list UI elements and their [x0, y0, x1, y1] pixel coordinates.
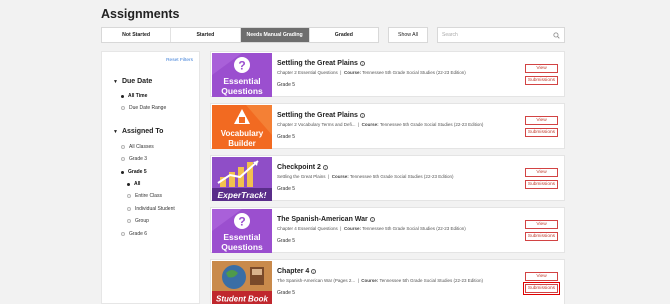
- option-label: All: [134, 181, 141, 187]
- assignment-subtitle: Chapter 2 Vocabulary Terms and Defi... |…: [277, 122, 484, 127]
- thumb-line1: Essential: [223, 76, 260, 86]
- option-label: Individual Student: [135, 206, 175, 212]
- thumb-line1: Essential: [223, 232, 260, 242]
- radio-selected-icon: [121, 170, 124, 174]
- submissions-button[interactable]: Submissions: [525, 128, 558, 137]
- thumb-line2: Questions: [221, 86, 263, 96]
- option-label: Group: [135, 218, 149, 224]
- assignment-title[interactable]: Checkpoint 2i: [277, 164, 328, 171]
- thumb-line1: ExperTrack!: [218, 190, 267, 200]
- thumb-line2: Questions: [221, 242, 263, 252]
- assignment-subtitle: The Spanish-American War (Pages 2... | C…: [277, 278, 484, 283]
- view-button[interactable]: View: [525, 272, 558, 281]
- student-book-thumbnail: Student Book: [212, 261, 272, 304]
- assignment-title[interactable]: Settling the Great Plains i: [277, 60, 365, 67]
- info-icon[interactable]: i: [311, 269, 317, 274]
- thumb-line1: Student Book: [216, 295, 269, 304]
- assignment-grade: Grade 5: [277, 134, 296, 140]
- view-button[interactable]: View: [525, 64, 558, 73]
- radio-icon: [121, 106, 125, 110]
- chevron-down-icon: ▼: [113, 128, 118, 135]
- show-all-button[interactable]: Show All: [388, 27, 428, 43]
- essential-questions-thumbnail: ? Essential Questions: [212, 209, 272, 253]
- option-entire-class[interactable]: Entire Class: [127, 193, 162, 199]
- info-icon[interactable]: i: [322, 165, 328, 170]
- assignment-title[interactable]: Chapter 4i: [277, 268, 317, 275]
- assigned-to-label: Assigned To: [121, 128, 164, 135]
- option-group[interactable]: Group: [127, 218, 149, 224]
- assignment-card: Student Book Chapter 4i The Spanish-Amer…: [210, 259, 565, 304]
- tab-needs-manual-grading[interactable]: Needs Manual Grading: [240, 28, 310, 42]
- option-label: All Time: [128, 93, 148, 99]
- due-date-heading[interactable]: ▼ Due Date: [113, 78, 152, 85]
- option-label: Due Date Range: [129, 105, 167, 111]
- search-input[interactable]: [442, 32, 553, 38]
- info-icon[interactable]: i: [359, 61, 365, 66]
- view-button[interactable]: View: [525, 168, 558, 177]
- option-grade-3[interactable]: Grade 3: [121, 156, 147, 162]
- filter-sidebar: Reset Filters ▼ Due Date All Time Due Da…: [101, 51, 200, 304]
- info-icon[interactable]: i: [359, 113, 365, 118]
- assignment-subtitle: Settling the Great Plains | Course: Tenn…: [277, 174, 454, 179]
- option-label: Grade 3: [129, 156, 148, 162]
- status-tabs: Not Started Started Needs Manual Grading…: [101, 27, 379, 43]
- radio-icon: [121, 232, 125, 236]
- due-date-label: Due Date: [121, 78, 153, 85]
- radio-icon: [121, 145, 125, 149]
- essential-questions-thumbnail: ? Essential Questions: [212, 53, 272, 97]
- submissions-button[interactable]: Submissions: [523, 282, 560, 295]
- option-all-classes[interactable]: All Classes: [121, 144, 154, 150]
- assignment-grade: Grade 5: [277, 186, 296, 192]
- option-label: All Classes: [129, 144, 154, 150]
- option-grade-5[interactable]: Grade 5: [121, 169, 147, 175]
- submissions-button[interactable]: Submissions: [525, 180, 558, 189]
- option-label: Grade 5: [128, 169, 147, 175]
- submissions-button[interactable]: Submissions: [525, 76, 558, 85]
- thumb-line1: Vocabulary: [221, 129, 264, 138]
- option-grade-6[interactable]: Grade 6: [121, 231, 147, 237]
- tab-started[interactable]: Started: [171, 28, 241, 42]
- tab-not-started[interactable]: Not Started: [102, 28, 172, 42]
- assignment-title[interactable]: The Spanish-American War i: [277, 216, 375, 223]
- radio-icon: [127, 194, 131, 198]
- assignment-grade: Grade 5: [277, 238, 296, 244]
- expertrack-thumbnail: ExperTrack!: [212, 157, 272, 201]
- submissions-button[interactable]: Submissions: [525, 232, 558, 241]
- info-icon[interactable]: i: [369, 217, 375, 222]
- assignment-grade: Grade 5: [277, 82, 296, 88]
- assignment-grade: Grade 5: [277, 290, 296, 296]
- radio-icon: [121, 157, 125, 161]
- option-individual-student[interactable]: Individual Student: [127, 206, 175, 212]
- view-button[interactable]: View: [525, 220, 558, 229]
- radio-icon: [127, 207, 131, 211]
- radio-selected-icon: [127, 182, 130, 186]
- search-box: [437, 27, 565, 43]
- option-label: Grade 6: [129, 231, 148, 237]
- assignment-card: ? Essential Questions Settling the Great…: [210, 51, 565, 97]
- chevron-down-icon: ▼: [113, 78, 118, 85]
- assignment-subtitle: Chapter 4 Essential Questions | Course: …: [277, 226, 466, 231]
- radio-icon: [127, 219, 131, 223]
- vocabulary-builder-thumbnail: Vocabulary Builder: [212, 105, 272, 149]
- page-title: Assignments: [101, 7, 180, 21]
- assignment-card: ExperTrack! Checkpoint 2i Settling the G…: [210, 155, 565, 201]
- assignment-card: ? Essential Questions The Spanish-Americ…: [210, 207, 565, 253]
- option-all-time[interactable]: All Time: [121, 93, 147, 99]
- option-label: Entire Class: [135, 193, 162, 199]
- thumb-line2: Builder: [228, 139, 256, 148]
- assignment-title[interactable]: Settling the Great Plains i: [277, 112, 365, 119]
- assigned-to-heading[interactable]: ▼ Assigned To: [113, 128, 163, 135]
- option-due-date-range[interactable]: Due Date Range: [121, 105, 166, 111]
- reset-filters-link[interactable]: Reset Filters: [166, 58, 193, 63]
- assignment-card: Vocabulary Builder Settling the Great Pl…: [210, 103, 565, 149]
- svg-text:?: ?: [238, 215, 245, 229]
- option-all[interactable]: All: [127, 181, 140, 187]
- tab-graded[interactable]: Graded: [310, 28, 378, 42]
- radio-selected-icon: [121, 94, 124, 98]
- assignment-subtitle: Chapter 2 Essential Questions | Course: …: [277, 70, 466, 75]
- view-button[interactable]: View: [525, 116, 558, 125]
- svg-text:?: ?: [238, 59, 245, 73]
- search-icon[interactable]: [553, 31, 560, 39]
